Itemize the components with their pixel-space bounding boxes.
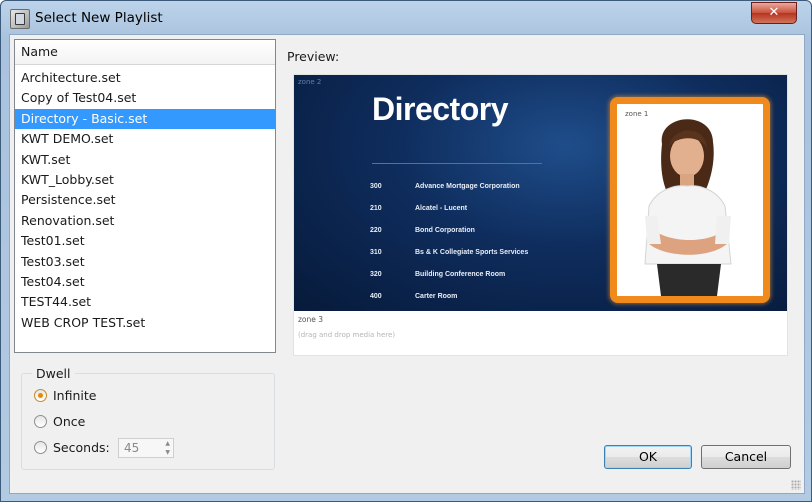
- directory-room-number: 210: [370, 205, 382, 212]
- seconds-value[interactable]: 45: [124, 441, 139, 455]
- list-item[interactable]: KWT.set: [15, 150, 275, 170]
- list-item[interactable]: KWT_Lobby.set: [15, 170, 275, 190]
- directory-title: Directory: [372, 91, 509, 127]
- list-item[interactable]: TEST44.set: [15, 292, 275, 312]
- dwell-option-infinite[interactable]: Infinite: [34, 388, 96, 403]
- zone-3-label: zone 3: [298, 315, 324, 324]
- ok-button[interactable]: OK: [604, 445, 692, 469]
- seconds-stepper[interactable]: 45 ▲ ▼: [118, 438, 174, 458]
- list-item[interactable]: Test04.set: [15, 272, 275, 292]
- radio-seconds[interactable]: [34, 441, 47, 454]
- woman-photo: [617, 104, 763, 296]
- directory-tenant-name: Bs & K Collegiate Sports Services: [415, 249, 529, 256]
- list-item[interactable]: Copy of Test04.set: [15, 88, 275, 108]
- radio-infinite-label: Infinite: [53, 388, 97, 403]
- resize-grip[interactable]: [791, 480, 801, 490]
- list-item[interactable]: WEB CROP TEST.set: [15, 313, 275, 333]
- list-item[interactable]: Renovation.set: [15, 211, 275, 231]
- close-button[interactable]: ✕: [751, 2, 797, 24]
- list-item[interactable]: Test01.set: [15, 231, 275, 251]
- dwell-option-once[interactable]: Once: [34, 414, 85, 429]
- radio-once-label: Once: [53, 414, 86, 429]
- stepper-down-icon[interactable]: ▼: [165, 449, 170, 457]
- radio-once[interactable]: [34, 415, 47, 428]
- directory-room-number: 400: [370, 293, 382, 300]
- zone-3-hint: (drag and drop media here): [298, 331, 396, 339]
- directory-tenant-name: Bond Corporation: [415, 227, 475, 234]
- list-item[interactable]: Test03.set: [15, 252, 275, 272]
- directory-room-number: 320: [370, 271, 382, 278]
- radio-infinite[interactable]: [34, 389, 47, 402]
- app-icon: [10, 9, 30, 29]
- dwell-option-seconds[interactable]: Seconds:: [34, 440, 110, 455]
- window-title: Select New Playlist: [35, 10, 163, 26]
- zone-2-directory[interactable]: zone 2 Directory 300 Advance Mortgage Cor…: [294, 75, 787, 311]
- directory-tenant-name: Alcatel - Lucent: [415, 205, 468, 212]
- preview-panel: zone 2 Directory 300 Advance Mortgage Cor…: [294, 75, 787, 355]
- playlist-items: Architecture.set Copy of Test04.set Direct…: [15, 65, 275, 333]
- directory-room-number: 220: [370, 227, 382, 234]
- zone-3-dropzone[interactable]: zone 3 (drag and drop media here): [294, 311, 787, 355]
- playlist-list[interactable]: Name Architecture.set Copy of Test04.set D…: [14, 39, 276, 353]
- zone-1-photo[interactable]: zone 1: [610, 97, 770, 303]
- list-item[interactable]: KWT DEMO.set: [15, 129, 275, 149]
- zone-2-label: zone 2: [298, 78, 322, 86]
- dialog-body: Name Architecture.set Copy of Test04.set D…: [9, 34, 805, 494]
- directory-room-number: 300: [370, 183, 382, 190]
- list-item[interactable]: Architecture.set: [15, 68, 275, 88]
- list-item[interactable]: Persistence.set: [15, 190, 275, 210]
- zone-1-label: zone 1: [625, 110, 649, 118]
- radio-seconds-label: Seconds:: [53, 440, 110, 455]
- name-column-header[interactable]: Name: [15, 40, 275, 65]
- preview-label: Preview:: [287, 49, 340, 64]
- dwell-group: Dwell Infinite Once Seconds: 45 ▲ ▼: [21, 366, 275, 470]
- directory-tenant-name: Carter Room: [415, 293, 458, 300]
- dialog-window: Select New Playlist ✕ Name Architecture.…: [0, 0, 812, 502]
- title-bar[interactable]: Select New Playlist ✕: [1, 1, 811, 35]
- directory-tenant-name: Advance Mortgage Corporation: [415, 183, 520, 190]
- stepper-up-icon[interactable]: ▲: [165, 440, 170, 448]
- directory-tenant-name: Building Conference Room: [415, 271, 506, 278]
- cancel-button[interactable]: Cancel: [701, 445, 791, 469]
- list-item[interactable]: Directory - Basic.set: [15, 108, 275, 130]
- directory-room-number: 310: [370, 249, 382, 256]
- dwell-legend: Dwell: [32, 366, 75, 381]
- directory-divider: [372, 163, 542, 164]
